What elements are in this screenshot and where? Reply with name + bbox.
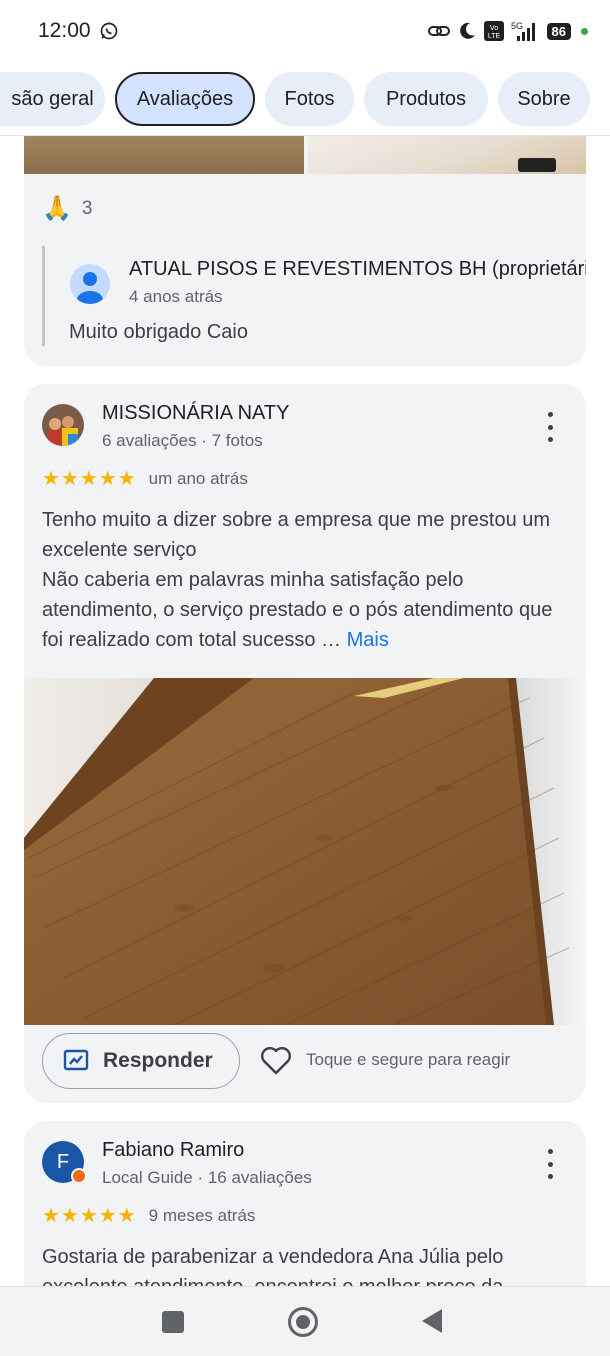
signal-icon: 5G xyxy=(511,21,535,41)
status-bar: 12:00 Vo LTE 5G 86 xyxy=(0,0,610,62)
review-text-content: Tenho muito a dizer sobre a empresa que … xyxy=(42,509,553,651)
owner-reply-text: Muito obrigado Caio xyxy=(69,321,248,343)
status-time: 12:00 xyxy=(38,19,91,42)
svg-text:Vo: Vo xyxy=(489,25,497,32)
reaction-count: 3 xyxy=(81,197,93,219)
heart-icon[interactable] xyxy=(260,1046,292,1076)
star-rating: ★★★★★ xyxy=(42,468,137,490)
whatsapp-icon xyxy=(100,22,117,40)
author-meta: 6 avaliações · 7 fotos xyxy=(102,431,263,450)
home-button-icon[interactable] xyxy=(288,1307,318,1337)
more-options-icon[interactable] xyxy=(538,1149,562,1179)
floor-photo xyxy=(24,678,586,1025)
volte-icon: Vo LTE xyxy=(483,21,504,41)
author-name[interactable]: MISSIONÁRIA NATY xyxy=(102,402,289,425)
author-name[interactable]: Fabiano Ramiro xyxy=(102,1139,244,1162)
recents-button-icon[interactable] xyxy=(162,1311,184,1333)
more-options-icon[interactable] xyxy=(538,412,562,442)
reviews-list[interactable]: 🙏 3 ATUAL PISOS E REVESTIMENTOS BH (prop… xyxy=(0,136,610,1286)
review-photo[interactable] xyxy=(308,136,586,174)
review-text[interactable]: Tenho muito a dizer sobre a empresa que … xyxy=(42,505,572,655)
local-guide-badge-icon xyxy=(71,1168,87,1184)
avatar-letter: F xyxy=(56,1150,70,1173)
reaction-summary[interactable]: 🙏 3 xyxy=(42,194,92,223)
respond-label: Responder xyxy=(103,1049,213,1072)
battery-indicator: 86 xyxy=(546,22,571,40)
respond-button[interactable]: Responder xyxy=(42,1033,240,1089)
review-time: um ano atrás xyxy=(148,468,248,488)
owner-reply-time: 4 anos atrás xyxy=(129,287,223,306)
author-meta: Local Guide · 16 avaliações xyxy=(102,1168,312,1187)
svg-text:5G: 5G xyxy=(511,21,523,31)
status-icons: Vo LTE 5G 86 xyxy=(427,20,588,42)
review-text[interactable]: Gostaria de parabenizar a vendedora Ana … xyxy=(42,1242,572,1286)
review-card: F Fabiano Ramiro Local Guide · 16 avalia… xyxy=(24,1121,586,1286)
review-card: 🙏 3 ATUAL PISOS E REVESTIMENTOS BH (prop… xyxy=(24,136,586,366)
svg-text:LTE: LTE xyxy=(487,33,500,40)
avatar-photo xyxy=(42,404,84,446)
tab-about[interactable]: Sobre xyxy=(498,72,590,126)
back-button-icon[interactable] xyxy=(422,1309,442,1333)
system-nav-bar xyxy=(0,1286,610,1356)
tab-overview[interactable]: são geral xyxy=(0,72,105,126)
review-card: MISSIONÁRIA NATY 6 avaliações · 7 fotos … xyxy=(24,384,586,1103)
more-link[interactable]: Mais xyxy=(347,629,389,651)
tab-reviews[interactable]: Avaliações xyxy=(115,72,255,126)
moon-icon xyxy=(459,22,475,39)
owner-avatar xyxy=(70,264,110,304)
avatar[interactable] xyxy=(42,404,84,446)
privacy-dot xyxy=(581,27,588,35)
react-hint: Toque e segure para reagir xyxy=(306,1050,511,1069)
review-photos xyxy=(24,136,586,174)
tab-bar: são geral Avaliações Fotos Produtos Sobr… xyxy=(0,62,610,136)
tab-products[interactable]: Produtos xyxy=(364,72,488,126)
owner-reply-divider xyxy=(42,246,45,346)
pray-emoji-icon: 🙏 xyxy=(42,195,72,222)
link-icon xyxy=(427,26,450,36)
reply-icon xyxy=(63,1049,89,1071)
rating-row: ★★★★★ um ano atrás xyxy=(42,466,248,491)
owner-name: ATUAL PISOS E REVESTIMENTOS BH (propriet… xyxy=(129,258,586,280)
review-photo[interactable] xyxy=(24,136,304,174)
tab-photos[interactable]: Fotos xyxy=(265,72,354,126)
review-photo[interactable] xyxy=(24,678,586,1025)
rating-row: ★★★★★ 9 meses atrás xyxy=(42,1203,255,1228)
person-icon xyxy=(77,272,103,304)
review-time: 9 meses atrás xyxy=(148,1205,256,1225)
star-rating: ★★★★★ xyxy=(42,1205,137,1227)
